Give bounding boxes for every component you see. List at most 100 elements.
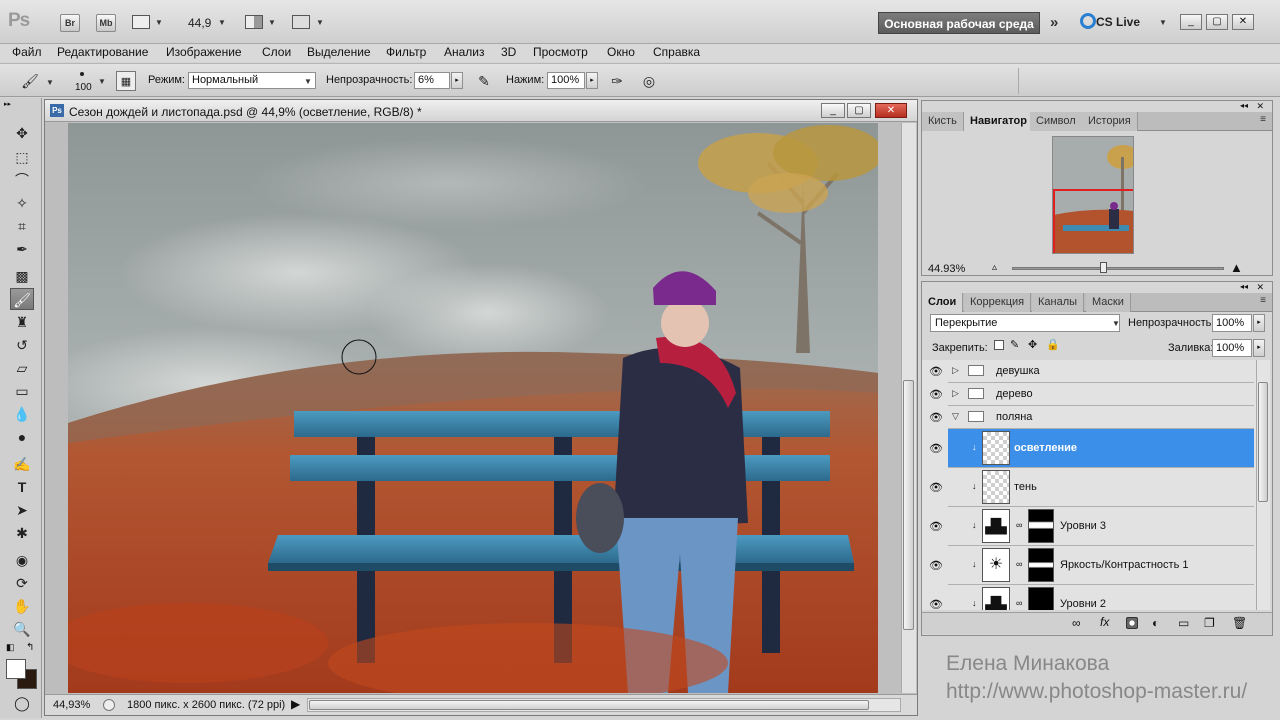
blur-tool-icon[interactable]: 💧	[10, 403, 34, 425]
path-selection-tool-icon[interactable]: ➤	[10, 499, 34, 521]
bridge-button[interactable]: Br	[60, 14, 80, 32]
zoom-tool-icon[interactable]: 🔍	[10, 618, 34, 640]
navigator-zoom-slider[interactable]	[1012, 267, 1224, 270]
link-layers-icon[interactable]: ∞	[1072, 616, 1081, 630]
doc-maximize-button[interactable]: ▢	[847, 103, 871, 118]
3d-rotate-tool-icon[interactable]: ◉	[10, 549, 34, 571]
opacity-input[interactable]: 6%	[414, 72, 450, 89]
screen-mode-icon[interactable]	[292, 15, 310, 29]
hand-tool-icon[interactable]: ✋	[10, 595, 34, 617]
navigator-zoom-value[interactable]: 44.93%	[928, 263, 965, 275]
chevron-down-icon[interactable]: ▼	[268, 18, 276, 27]
expand-triangle-icon[interactable]: ▷	[952, 365, 959, 376]
eyedropper-tool-icon[interactable]: ✒	[10, 238, 34, 260]
3d-orbit-tool-icon[interactable]: ⟳	[10, 572, 34, 594]
panel-menu-icon[interactable]: ≡	[1260, 114, 1266, 125]
vertical-scrollbar-thumb[interactable]	[903, 380, 914, 630]
brush-size[interactable]: 100	[75, 82, 92, 93]
collapse-triangle-icon[interactable]: ▽	[952, 411, 959, 422]
move-tool-icon[interactable]: ✥	[10, 122, 34, 144]
swap-colors-icon[interactable]: ↰	[26, 642, 34, 653]
layer-mask-thumbnail[interactable]	[1028, 509, 1054, 543]
close-button[interactable]: ✕	[1232, 14, 1254, 30]
status-zoom[interactable]: 44,93%	[53, 699, 90, 711]
chevron-down-icon[interactable]: ▼	[155, 18, 163, 27]
pressure-opacity-icon[interactable]: ✎	[474, 71, 494, 91]
mini-bridge-button[interactable]: Mb	[96, 14, 116, 32]
chevron-down-icon[interactable]: ▼	[1159, 18, 1167, 27]
layer-opacity-input[interactable]: 100%	[1212, 314, 1252, 332]
gradient-tool-icon[interactable]: ▭	[10, 380, 34, 402]
menu-edit[interactable]: Редактирование	[57, 45, 148, 59]
collapse-arrows-icon[interactable]: ◂◂	[1240, 101, 1248, 110]
airbrush-icon[interactable]: ✑	[607, 71, 627, 91]
tab-masks[interactable]: Маски	[1086, 293, 1131, 312]
add-mask-icon[interactable]	[1126, 617, 1138, 629]
menu-3d[interactable]: 3D	[501, 45, 516, 59]
zoom-out-mountain-icon[interactable]: ▵	[992, 262, 997, 273]
workspace-button[interactable]: Основная рабочая среда	[878, 12, 1040, 34]
layer-row-group[interactable]: ▷ дерево	[948, 383, 1254, 406]
layer-row-selected[interactable]: ↓ осветление	[948, 429, 1254, 468]
opacity-spinner[interactable]: ▸	[451, 72, 463, 89]
flow-input[interactable]: 100%	[547, 72, 585, 89]
doc-close-button[interactable]: ✕	[875, 103, 907, 118]
visibility-eye-icon[interactable]: 👁	[928, 442, 944, 456]
maximize-button[interactable]: ▢	[1206, 14, 1228, 30]
brush-tool-preset-icon[interactable]: 🖌	[20, 71, 40, 91]
brush-tool-icon[interactable]: 🖌	[10, 288, 34, 310]
panel-menu-icon[interactable]: ≡	[1260, 295, 1266, 306]
chevron-down-icon[interactable]: ▼	[304, 77, 312, 86]
chevron-down-icon[interactable]: ▼	[46, 78, 54, 87]
layer-row-group[interactable]: ▷ девушка	[948, 360, 1254, 383]
layer-row[interactable]: ↓ тень	[948, 468, 1254, 507]
blend-mode-select[interactable]: Перекрытие	[930, 314, 1120, 332]
tab-channels[interactable]: Каналы	[1032, 293, 1085, 312]
chevron-down-icon[interactable]: ▼	[1112, 319, 1120, 328]
tab-adjustments[interactable]: Коррекция	[964, 293, 1032, 312]
mode-select[interactable]: Нормальный	[188, 72, 316, 89]
fx-icon[interactable]: fx	[1100, 615, 1109, 629]
history-brush-tool-icon[interactable]: ↺	[10, 334, 34, 356]
visibility-eye-icon[interactable]: 👁	[928, 388, 944, 402]
chevron-down-icon[interactable]: ▼	[316, 18, 324, 27]
tab-history[interactable]: История	[1082, 112, 1138, 131]
clone-stamp-tool-icon[interactable]: ♜	[10, 311, 34, 333]
healing-brush-tool-icon[interactable]: ▩	[10, 265, 34, 287]
layer-row-adjustment[interactable]: ↓ ☀ ∞ Яркость/Контрастность 1	[948, 546, 1254, 585]
menu-image[interactable]: Изображение	[166, 45, 242, 59]
navigator-preview[interactable]	[1052, 136, 1134, 254]
panel-close-icon[interactable]: ✕	[1256, 282, 1264, 293]
layer-row-group[interactable]: ▽ поляна	[948, 406, 1254, 429]
minimize-button[interactable]: _	[1180, 14, 1202, 30]
visibility-eye-icon[interactable]: 👁	[928, 520, 944, 534]
tab-character[interactable]: Символ	[1030, 112, 1083, 131]
fill-input[interactable]: 100%	[1212, 339, 1252, 357]
pressure-size-icon[interactable]: ◎	[639, 71, 659, 91]
chain-link-icon[interactable]: ∞	[1016, 559, 1022, 569]
chevron-down-icon[interactable]: ▼	[98, 77, 106, 86]
chevron-down-icon[interactable]: ▼	[218, 18, 226, 27]
navigator-view-box[interactable]	[1053, 189, 1133, 253]
flow-spinner[interactable]: ▸	[586, 72, 598, 89]
menu-layers[interactable]: Слои	[262, 45, 291, 59]
marquee-tool-icon[interactable]: ⬚	[10, 146, 34, 168]
menu-view[interactable]: Просмотр	[533, 45, 588, 59]
layers-scrollbar-thumb[interactable]	[1258, 382, 1268, 502]
cslive-button[interactable]: CS Live	[1096, 15, 1140, 29]
visibility-eye-icon[interactable]: 👁	[928, 365, 944, 379]
menu-help[interactable]: Справка	[653, 45, 700, 59]
type-tool-icon[interactable]: T	[10, 476, 34, 498]
horizontal-scrollbar-thumb[interactable]	[309, 700, 869, 710]
new-group-icon[interactable]: ▭	[1178, 616, 1189, 630]
layer-opacity-spinner[interactable]: ▸	[1253, 314, 1265, 332]
quick-mask-icon[interactable]: ◯	[10, 692, 34, 714]
quick-selection-tool-icon[interactable]: ✧	[10, 192, 34, 214]
zoom-in-mountain-icon[interactable]: ▲	[1230, 260, 1243, 275]
visibility-eye-icon[interactable]: 👁	[928, 481, 944, 495]
expand-triangle-icon[interactable]: ▷	[952, 388, 959, 399]
layer-mask-thumbnail[interactable]	[1028, 587, 1054, 610]
double-chevron-right-icon[interactable]: »	[1050, 14, 1058, 31]
tab-layers[interactable]: Слои	[922, 293, 964, 312]
zoom-level[interactable]: 44,9	[188, 16, 211, 30]
